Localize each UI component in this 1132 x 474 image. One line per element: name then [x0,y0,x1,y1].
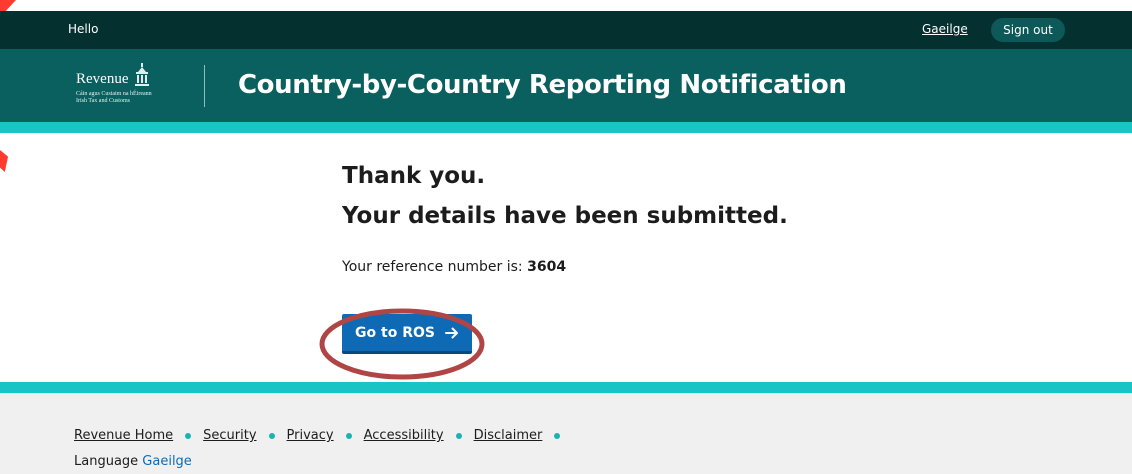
footer-link-disclaimer[interactable]: Disclaimer [474,428,543,443]
arrow-right-icon [444,327,458,338]
language-switcher: Language Gaeilge [74,454,192,469]
separator-dot [268,432,275,439]
greeting-text: Hello [68,22,99,36]
separator-dot [185,432,192,439]
separator-dot [345,432,352,439]
page-title: Country-by-Country Reporting Notificatio… [238,70,847,100]
footer-link-privacy[interactable]: Privacy [287,428,334,443]
site-footer: Revenue Home Security Privacy Accessibil… [0,393,1132,474]
separator-dot [455,432,462,439]
logo-subtitle: Cáin agus Custaim na hÉireann Irish Tax … [76,91,152,104]
reference-text: Your reference number is: 3604 [342,259,566,275]
revenue-logo[interactable]: Revenue Cáin agus Custaim na hÉireann Ir… [76,63,176,109]
separator-dot [554,432,561,439]
language-label: Language [74,454,139,469]
customs-house-icon [135,63,149,86]
annotation-mark [0,150,8,172]
reference-label: Your reference number is: [342,259,523,275]
thank-you-heading: Thank you. [342,163,486,189]
accent-stripe [0,382,1132,393]
footer-language-link[interactable]: Gaeilge [142,454,192,469]
language-link-gaeilge[interactable]: Gaeilge [922,22,968,36]
site-header: Revenue Cáin agus Custaim na hÉireann Ir… [0,49,1132,122]
header-divider [204,65,205,107]
confirmation-panel: Thank you. Your details have been submit… [342,160,1042,275]
top-bar: Hello Gaeilge Sign out [0,11,1132,49]
footer-links: Revenue Home Security Privacy Accessibil… [74,428,572,443]
footer-link-accessibility[interactable]: Accessibility [364,428,444,443]
logo-wordmark: Revenue [76,71,129,87]
footer-link-revenue-home[interactable]: Revenue Home [74,428,173,443]
reference-number: 3604 [527,259,567,275]
sign-out-button[interactable]: Sign out [991,18,1065,42]
go-to-ros-label: Go to ROS [355,324,435,341]
go-to-ros-button[interactable]: Go to ROS [342,314,472,354]
footer-link-security[interactable]: Security [203,428,256,443]
submitted-heading: Your details have been submitted. [342,203,788,229]
accent-stripe [0,122,1132,133]
